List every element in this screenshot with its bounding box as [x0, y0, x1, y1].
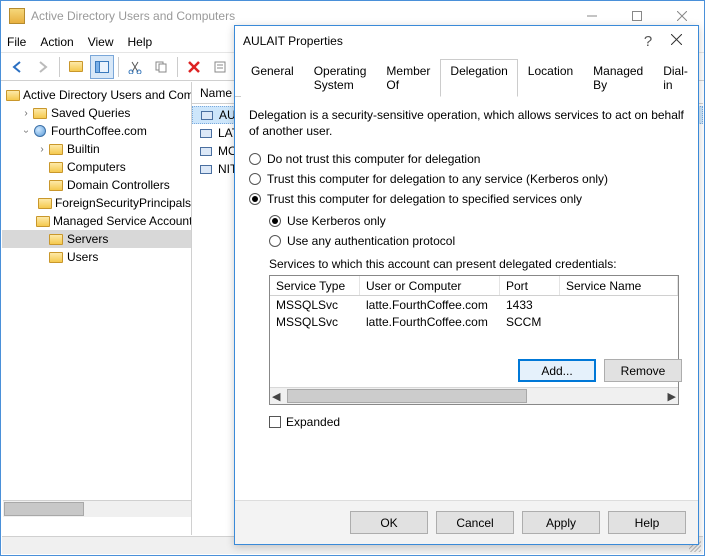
cut-button[interactable]	[123, 55, 147, 79]
tree-item-computers[interactable]: Computers	[2, 158, 191, 176]
computer-icon	[198, 144, 214, 158]
dialog-help-button[interactable]: ?	[634, 33, 662, 50]
services-label: Services to which this account can prese…	[269, 257, 684, 271]
tab-general[interactable]: General	[241, 59, 304, 97]
computer-icon	[198, 126, 214, 140]
show-hide-tree-button[interactable]	[90, 55, 114, 79]
computer-icon	[199, 108, 215, 122]
window-title: Active Directory Users and Computers	[31, 9, 569, 23]
ok-button[interactable]: OK	[350, 511, 428, 534]
tab-member-of[interactable]: Member Of	[376, 59, 440, 97]
properties-dialog: AULAIT Properties ? GeneralOperating Sys…	[234, 25, 699, 545]
tab-operating-system[interactable]: Operating System	[304, 59, 377, 97]
tree-item-managed-service-accounts[interactable]: Managed Service Accounts	[2, 212, 191, 230]
scroll-right-icon[interactable]: ▶	[668, 390, 676, 403]
dialog-tabs: GeneralOperating SystemMember OfDelegati…	[235, 58, 698, 97]
scroll-thumb[interactable]	[287, 389, 527, 403]
radio-icon	[249, 193, 261, 205]
col-user-or-computer[interactable]: User or Computer	[360, 276, 500, 295]
menu-file[interactable]: File	[7, 35, 26, 49]
computer-icon	[198, 162, 214, 176]
tree-saved-queries[interactable]: › Saved Queries	[2, 104, 191, 122]
tree-item-users[interactable]: Users	[2, 248, 191, 266]
tab-location[interactable]: Location	[518, 59, 583, 97]
app-icon	[9, 8, 25, 24]
tab-managed-by[interactable]: Managed By	[583, 59, 653, 97]
radio-icon	[269, 235, 281, 247]
tree-item-domain-controllers[interactable]: Domain Controllers	[2, 176, 191, 194]
back-button[interactable]	[5, 55, 29, 79]
services-horizontal-scrollbar[interactable]: ◀ ▶	[270, 387, 678, 404]
remove-button[interactable]: Remove	[604, 359, 682, 382]
col-port[interactable]: Port	[500, 276, 560, 295]
radio-icon	[249, 173, 261, 185]
delegation-radio-0[interactable]: Do not trust this computer for delegatio…	[249, 149, 684, 169]
help-button[interactable]: Help	[608, 511, 686, 534]
delegation-radio-2[interactable]: Trust this computer for delegation to sp…	[249, 189, 684, 209]
copy-button[interactable]	[149, 55, 173, 79]
menu-view[interactable]: View	[88, 35, 114, 49]
tree-domain[interactable]: › FourthCoffee.com	[2, 122, 191, 140]
cancel-button[interactable]: Cancel	[436, 511, 514, 534]
col-service-type[interactable]: Service Type	[270, 276, 360, 295]
tree-item-builtin[interactable]: ›Builtin	[2, 140, 191, 158]
expanded-checkbox[interactable]	[269, 416, 281, 428]
services-table[interactable]: Service Type User or Computer Port Servi…	[269, 275, 679, 405]
radio-icon	[269, 215, 281, 227]
service-row[interactable]: MSSQLSvclatte.FourthCoffee.com1433	[270, 296, 678, 313]
apply-button[interactable]: Apply	[522, 511, 600, 534]
menu-help[interactable]: Help	[128, 35, 153, 49]
auth-radio-0[interactable]: Use Kerberos only	[269, 211, 684, 231]
radio-icon	[249, 153, 261, 165]
service-row[interactable]: MSSQLSvclatte.FourthCoffee.comSCCM	[270, 313, 678, 330]
add-button[interactable]: Add...	[518, 359, 596, 382]
tab-delegation[interactable]: Delegation	[440, 59, 517, 97]
properties-button[interactable]	[208, 55, 232, 79]
tree-item-foreignsecurityprincipals[interactable]: ForeignSecurityPrincipals	[2, 194, 191, 212]
tree-pane[interactable]: Active Directory Users and Computers › S…	[2, 82, 192, 535]
tab-dial-in[interactable]: Dial-in	[653, 59, 698, 97]
expanded-label: Expanded	[286, 415, 340, 429]
delete-button[interactable]	[182, 55, 206, 79]
tree-root[interactable]: Active Directory Users and Computers	[2, 86, 191, 104]
dialog-title: AULAIT Properties	[243, 34, 634, 48]
up-button[interactable]	[64, 55, 88, 79]
delegation-radio-1[interactable]: Trust this computer for delegation to an…	[249, 169, 684, 189]
scroll-left-icon[interactable]: ◀	[272, 390, 280, 403]
delegation-description: Delegation is a security-sensitive opera…	[249, 107, 684, 139]
dialog-titlebar[interactable]: AULAIT Properties ?	[235, 26, 698, 56]
dialog-close-button[interactable]	[662, 34, 690, 48]
menu-action[interactable]: Action	[40, 35, 73, 49]
main-window: Active Directory Users and Computers Fil…	[0, 0, 705, 556]
tree-item-servers[interactable]: Servers	[2, 230, 191, 248]
forward-button[interactable]	[31, 55, 55, 79]
auth-radio-1[interactable]: Use any authentication protocol	[269, 231, 684, 251]
col-service-name[interactable]: Service Name	[560, 276, 678, 295]
